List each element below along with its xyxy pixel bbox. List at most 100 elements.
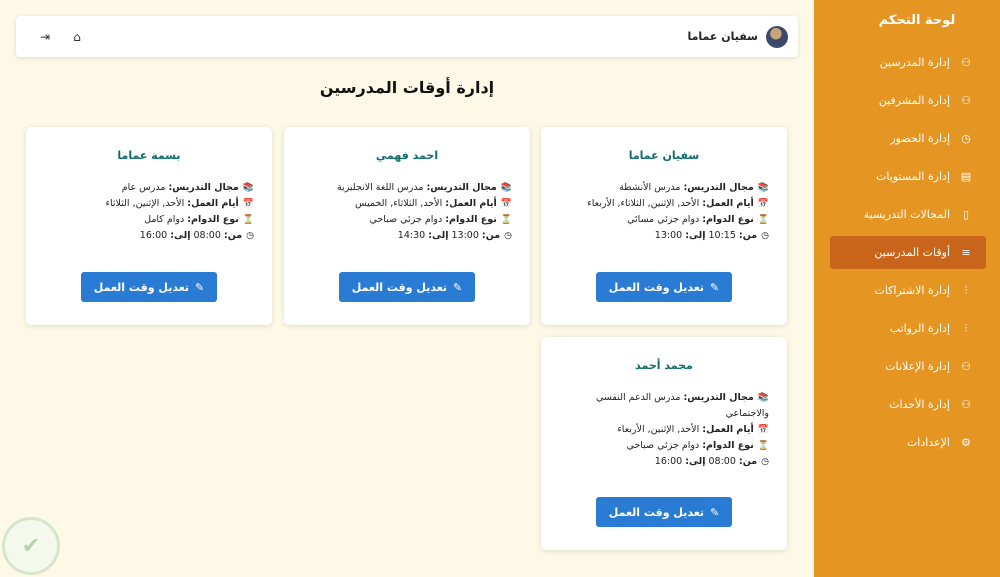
- calendar-icon: 📅: [757, 199, 769, 209]
- hourglass-icon: ⏳: [757, 441, 769, 451]
- books-icon: 📚: [757, 183, 769, 193]
- sidebar-item-settings[interactable]: ⚙ الإعدادات: [830, 426, 986, 459]
- teacher-name: بسمة عماما: [117, 149, 181, 162]
- field-label: مجال التدريس:: [683, 182, 754, 193]
- sidebar-item-label: أوقات المدرسين: [874, 246, 950, 259]
- sidebar: لوحة التحكم ⚇ إدارة المدرسين ⚇ إدارة الم…: [814, 0, 1000, 577]
- to-label: إلى:: [170, 230, 191, 241]
- menu-icon: ≡: [961, 246, 971, 259]
- sidebar-item-label: إدارة المشرفين: [878, 94, 950, 107]
- field-label: مجال التدريس:: [426, 182, 497, 193]
- type-row: ⏳نوع الدوام: دوام جزئي صباحي: [302, 212, 513, 228]
- teacher-card: سفيان عماما 📚مجال التدريس: مدرس الأنشطة …: [541, 127, 787, 325]
- from-label: من:: [738, 230, 758, 241]
- from-value: 08:00: [708, 456, 736, 467]
- to-value: 13:00: [654, 230, 683, 241]
- sidebar-item-label: إدارة المدرسين: [879, 56, 950, 69]
- edit-work-time-button[interactable]: ✎ تعديل وقت العمل: [339, 272, 475, 302]
- time-row: ◷من: 10:15 إلى: 13:00: [559, 228, 769, 244]
- from-value: 08:00: [193, 230, 221, 241]
- calendar-icon: 📅: [500, 199, 512, 209]
- type-row: ⏳نوع الدوام: دوام كامل: [44, 212, 254, 228]
- user-check-icon: ⚇: [961, 94, 971, 107]
- days-row: 📅أيام العمل: الأحد, الإثنين, الثلاثاء: [44, 196, 255, 212]
- field-row: 📚مجال التدريس: مدرس الدعم النفسي والاجتم…: [559, 390, 769, 422]
- type-value: دوام كامل: [144, 214, 185, 225]
- logout-icon[interactable]: ⇥: [38, 30, 52, 44]
- sidebar-item-salaries[interactable]: ⫶ إدارة الرواتب: [830, 312, 986, 345]
- sidebar-item-levels[interactable]: ▤ إدارة المستويات: [830, 160, 986, 193]
- to-value: 16:00: [139, 230, 168, 241]
- sidebar-title: لوحة التحكم: [878, 13, 956, 28]
- bar-chart-icon: ⫶: [964, 321, 968, 335]
- home-icon[interactable]: ⌂: [70, 30, 84, 44]
- edit-icon: ✎: [453, 280, 463, 294]
- from-value: 13:00: [451, 230, 479, 241]
- type-value: دوام جزئي صباحي: [626, 440, 700, 451]
- user-name: سفيان عماما: [687, 30, 758, 43]
- days-row: 📅أيام العمل: الأحد, الثلاثاء, الخميس: [302, 196, 512, 212]
- sidebar-item-label: إدارة الأحداث: [889, 398, 950, 411]
- teacher-card: محمد أحمد 📚مجال التدريس: مدرس الدعم النف…: [541, 337, 787, 550]
- to-label: إلى:: [428, 230, 449, 241]
- sidebar-item-label: الإعدادات: [906, 436, 950, 449]
- user-check-icon: ⚇: [961, 56, 971, 69]
- edit-icon: ✎: [710, 505, 720, 519]
- sidebar-item-label: المجالات التدريسية: [863, 208, 950, 221]
- users-icon: ⚇: [961, 398, 971, 411]
- user-info[interactable]: سفيان عماما: [687, 25, 788, 48]
- teacher-name: محمد أحمد: [635, 359, 693, 372]
- calendar-icon: 📅: [757, 425, 769, 435]
- time-row: ◷من: 13:00 إلى: 14:30: [302, 228, 512, 244]
- edit-button-label: تعديل وقت العمل: [93, 280, 190, 294]
- type-label: نوع الدوام:: [702, 440, 754, 451]
- edit-work-time-button[interactable]: ✎ تعديل وقت العمل: [596, 272, 732, 302]
- clock-icon: ◷: [504, 231, 512, 241]
- time-row: ◷من: 08:00 إلى: 16:00: [44, 228, 254, 244]
- logo-watermark: ✔: [2, 517, 60, 575]
- sidebar-item-label: إدارة الإعلانات: [885, 360, 950, 373]
- field-label: مجال التدريس:: [683, 392, 754, 403]
- sidebar-item-supervisors[interactable]: ⚇ إدارة المشرفين: [830, 84, 986, 117]
- book-icon: ▤: [960, 170, 972, 183]
- field-row: 📚مجال التدريس: مدرس عام: [44, 180, 254, 196]
- avatar[interactable]: [766, 25, 788, 48]
- teacher-card: احمد فهمي 📚مجال التدريس: مدرس اللغة الان…: [284, 127, 530, 325]
- clock-icon: ◷: [761, 457, 769, 467]
- edit-button-label: تعديل وقت العمل: [608, 280, 705, 294]
- page-title: إدارة أوقات المدرسين: [319, 78, 495, 97]
- from-label: من:: [738, 456, 758, 467]
- type-label: نوع الدوام:: [187, 214, 239, 225]
- sidebar-item-label: إدارة الحضور: [890, 132, 950, 145]
- sidebar-item-subscriptions[interactable]: ⫶ إدارة الاشتراكات: [830, 274, 986, 307]
- sidebar-item-events[interactable]: ⚇ إدارة الأحداث: [830, 388, 986, 421]
- from-value: 10:15: [708, 230, 736, 241]
- books-icon: 📚: [242, 183, 254, 193]
- to-label: إلى:: [685, 456, 706, 467]
- books-icon: 📚: [500, 183, 512, 193]
- sidebar-item-label: إدارة الاشتراكات: [874, 284, 950, 297]
- days-label: أيام العمل:: [445, 198, 497, 209]
- to-value: 16:00: [654, 456, 683, 467]
- field-value: مدرس عام: [121, 182, 166, 193]
- to-label: إلى:: [685, 230, 706, 241]
- type-label: نوع الدوام:: [702, 214, 754, 225]
- edit-work-time-button[interactable]: ✎ تعديل وقت العمل: [81, 272, 217, 302]
- days-label: أيام العمل:: [702, 424, 754, 435]
- field-value: مدرس اللغة الانجليزية: [336, 182, 424, 193]
- sidebar-item-announcements[interactable]: ⚇ إدارة الإعلانات: [830, 350, 986, 383]
- type-row: ⏳نوع الدوام: دوام جزئي صباحي: [559, 438, 770, 454]
- hourglass-icon: ⏳: [500, 215, 512, 225]
- top-actions: ⇥ ⌂: [38, 30, 84, 44]
- sidebar-item-label: إدارة المستويات: [876, 170, 950, 183]
- edit-icon: ✎: [710, 280, 720, 294]
- edit-work-time-button[interactable]: ✎ تعديل وقت العمل: [596, 497, 732, 527]
- teacher-name: احمد فهمي: [375, 149, 439, 162]
- sidebar-item-teachers[interactable]: ⚇ إدارة المدرسين: [830, 46, 986, 79]
- sidebar-item-fields[interactable]: ▯ المجالات التدريسية: [830, 198, 986, 231]
- sidebar-item-teacher-times[interactable]: ≡ أوقات المدرسين: [830, 236, 986, 269]
- sidebar-item-attendance[interactable]: ◷ إدارة الحضور: [830, 122, 986, 155]
- calendar-icon: 📅: [242, 199, 254, 209]
- field-row: 📚مجال التدريس: مدرس الأنشطة: [559, 180, 769, 196]
- days-value: الأحد, الإثنين, الثلاثاء: [105, 198, 185, 209]
